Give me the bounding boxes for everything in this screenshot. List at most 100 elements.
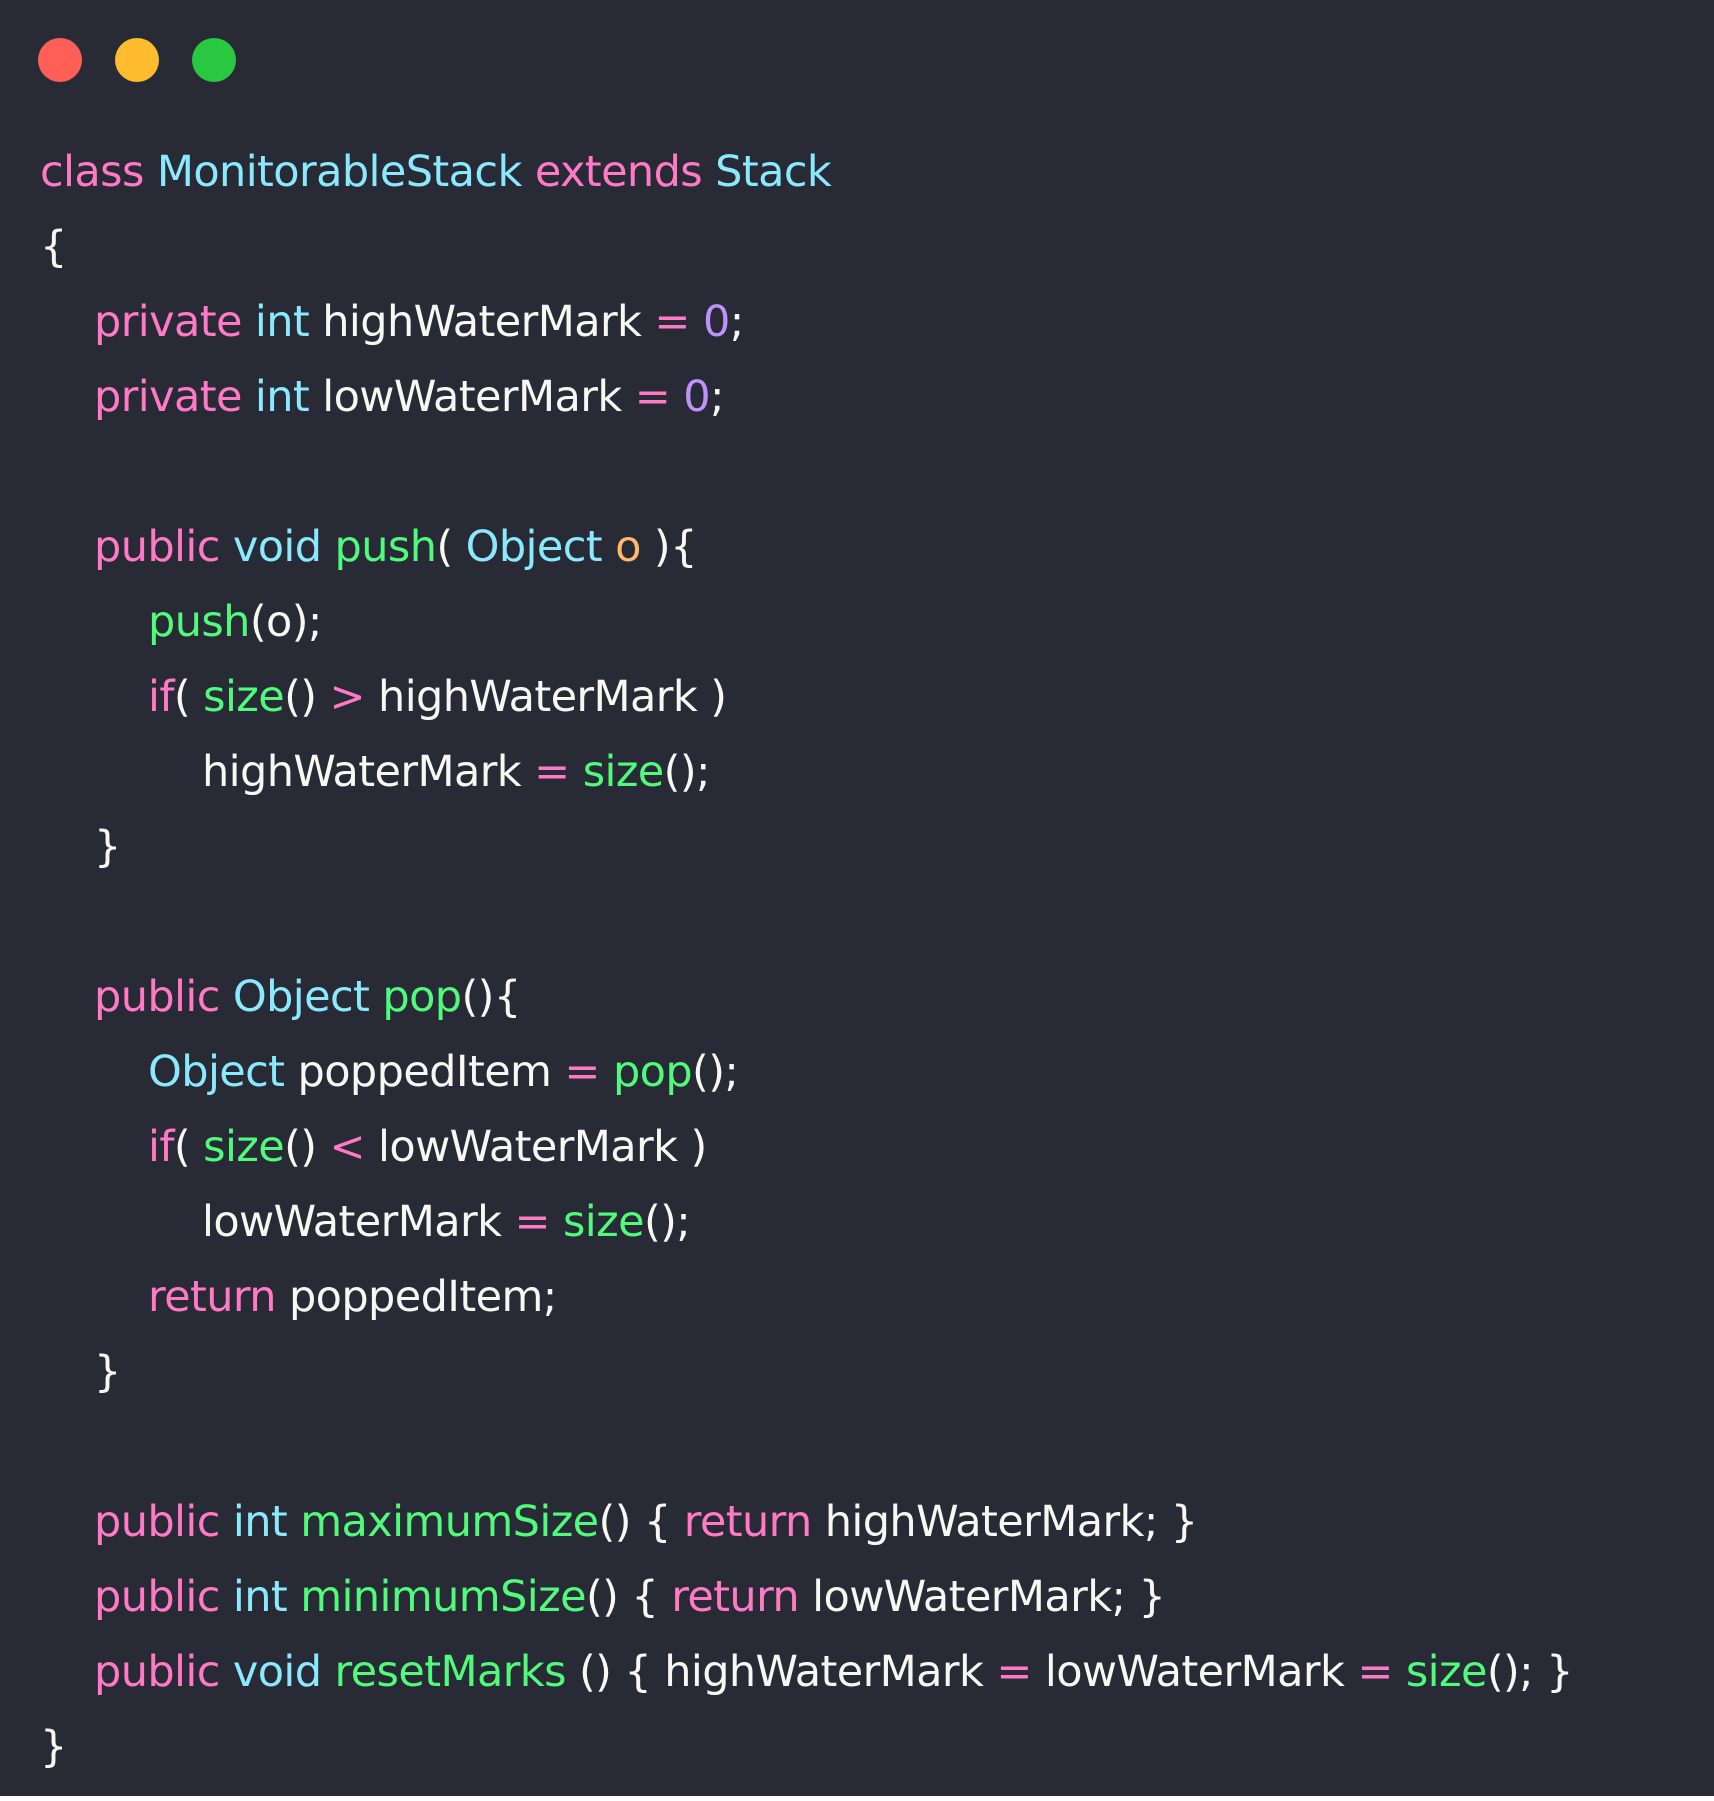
operator-token: =: [654, 297, 690, 347]
text-token: highWaterMark: [309, 297, 655, 347]
type-token: int: [232, 1497, 288, 1547]
function-token: size: [562, 1197, 645, 1247]
text-token: ;: [709, 372, 724, 422]
minimize-button[interactable]: [115, 38, 159, 82]
type-token: int: [254, 372, 310, 422]
keyword-token: return: [683, 1497, 812, 1547]
code-line: public int minimumSize() { return lowWat…: [40, 1560, 1573, 1635]
code-window: class MonitorableStack extends Stack {pri…: [0, 0, 1714, 1796]
keyword-token: public: [94, 972, 220, 1022]
keyword-token: return: [671, 1572, 800, 1622]
type-token: int: [232, 1572, 288, 1622]
text-token: highWaterMark; }: [811, 1497, 1198, 1547]
text-token: () { highWaterMark: [565, 1647, 997, 1697]
function-token: push: [148, 597, 250, 647]
function-token: minimumSize: [300, 1572, 586, 1622]
code-line: lowWaterMark = size();: [40, 1185, 1573, 1260]
close-button[interactable]: [38, 38, 82, 82]
code-line: public void resetMarks () { highWaterMar…: [40, 1635, 1574, 1710]
operator-token: =: [514, 1197, 550, 1247]
keyword-token: private: [94, 372, 242, 422]
text-token: highWaterMark ): [364, 672, 727, 722]
zoom-button[interactable]: [192, 38, 236, 82]
code-line: {: [40, 210, 1573, 285]
text-token: (); }: [1486, 1647, 1574, 1697]
text-token: ();: [663, 747, 711, 797]
code-line: public int maximumSize() { return highWa…: [40, 1485, 1573, 1560]
text-token: (: [436, 522, 466, 572]
function-token: size: [1405, 1647, 1488, 1697]
text-token: () {: [585, 1572, 672, 1622]
keyword-token: public: [94, 1572, 220, 1622]
keyword-token: public: [94, 1647, 220, 1697]
number-token: 0: [702, 297, 730, 347]
code-line: private int lowWaterMark = 0;: [40, 360, 1573, 435]
function-token: size: [203, 1122, 285, 1172]
text-token: lowWaterMark: [202, 1197, 515, 1247]
text-token: poppedItem;: [275, 1272, 557, 1322]
type-token: Object: [148, 1047, 285, 1097]
keyword-token: if: [148, 1122, 174, 1172]
text-token: lowWaterMark: [309, 372, 635, 422]
operator-token: >: [329, 672, 366, 722]
keyword-token: private: [94, 297, 242, 347]
code-line: push(o);: [40, 585, 1573, 660]
text-token: ){: [640, 522, 698, 572]
text-token: (: [173, 672, 204, 722]
function-token: size: [582, 747, 665, 797]
code-line: highWaterMark = size();: [40, 735, 1573, 810]
text-token: (){: [461, 972, 522, 1022]
keyword-token: public: [94, 522, 220, 572]
function-token: push: [334, 522, 437, 572]
text-token: poppedItem: [284, 1047, 565, 1097]
function-token: pop: [612, 1047, 693, 1097]
type-token: void: [232, 522, 322, 572]
text-token: (o);: [249, 597, 323, 647]
code-line: private int highWaterMark = 0;: [40, 285, 1573, 360]
code-block: class MonitorableStack extends Stack {pri…: [40, 135, 1574, 1785]
type-token: Object: [465, 522, 603, 572]
text-token: (: [173, 1122, 204, 1172]
text-token: }: [94, 1347, 121, 1397]
text-token: lowWaterMark; }: [799, 1572, 1166, 1622]
text-token: ();: [643, 1197, 691, 1247]
operator-token: =: [564, 1047, 600, 1097]
code-line: class MonitorableStack extends Stack: [40, 135, 1573, 210]
function-token: pop: [382, 972, 462, 1022]
code-line: if( size() < lowWaterMark ): [40, 1110, 1573, 1185]
number-token: 0: [683, 372, 710, 422]
function-token: resetMarks: [334, 1647, 567, 1697]
text-token: highWaterMark: [202, 747, 535, 797]
text-token: }: [40, 1722, 67, 1772]
text-token: ();: [692, 1047, 739, 1097]
keyword-token: if: [148, 672, 174, 722]
code-line: public Object pop(){: [40, 960, 1573, 1035]
text-token: (): [284, 1122, 330, 1172]
blank-line: ​: [40, 435, 1573, 510]
text-token: }: [94, 822, 121, 872]
function-token: size: [203, 672, 285, 722]
keyword-token: class: [40, 147, 157, 197]
operator-token: =: [534, 747, 570, 797]
text-token: (): [284, 672, 330, 722]
type-token: void: [232, 1647, 322, 1697]
type-token: int: [254, 297, 310, 347]
operator-token: =: [1357, 1647, 1393, 1697]
keyword-token: return: [148, 1272, 276, 1322]
